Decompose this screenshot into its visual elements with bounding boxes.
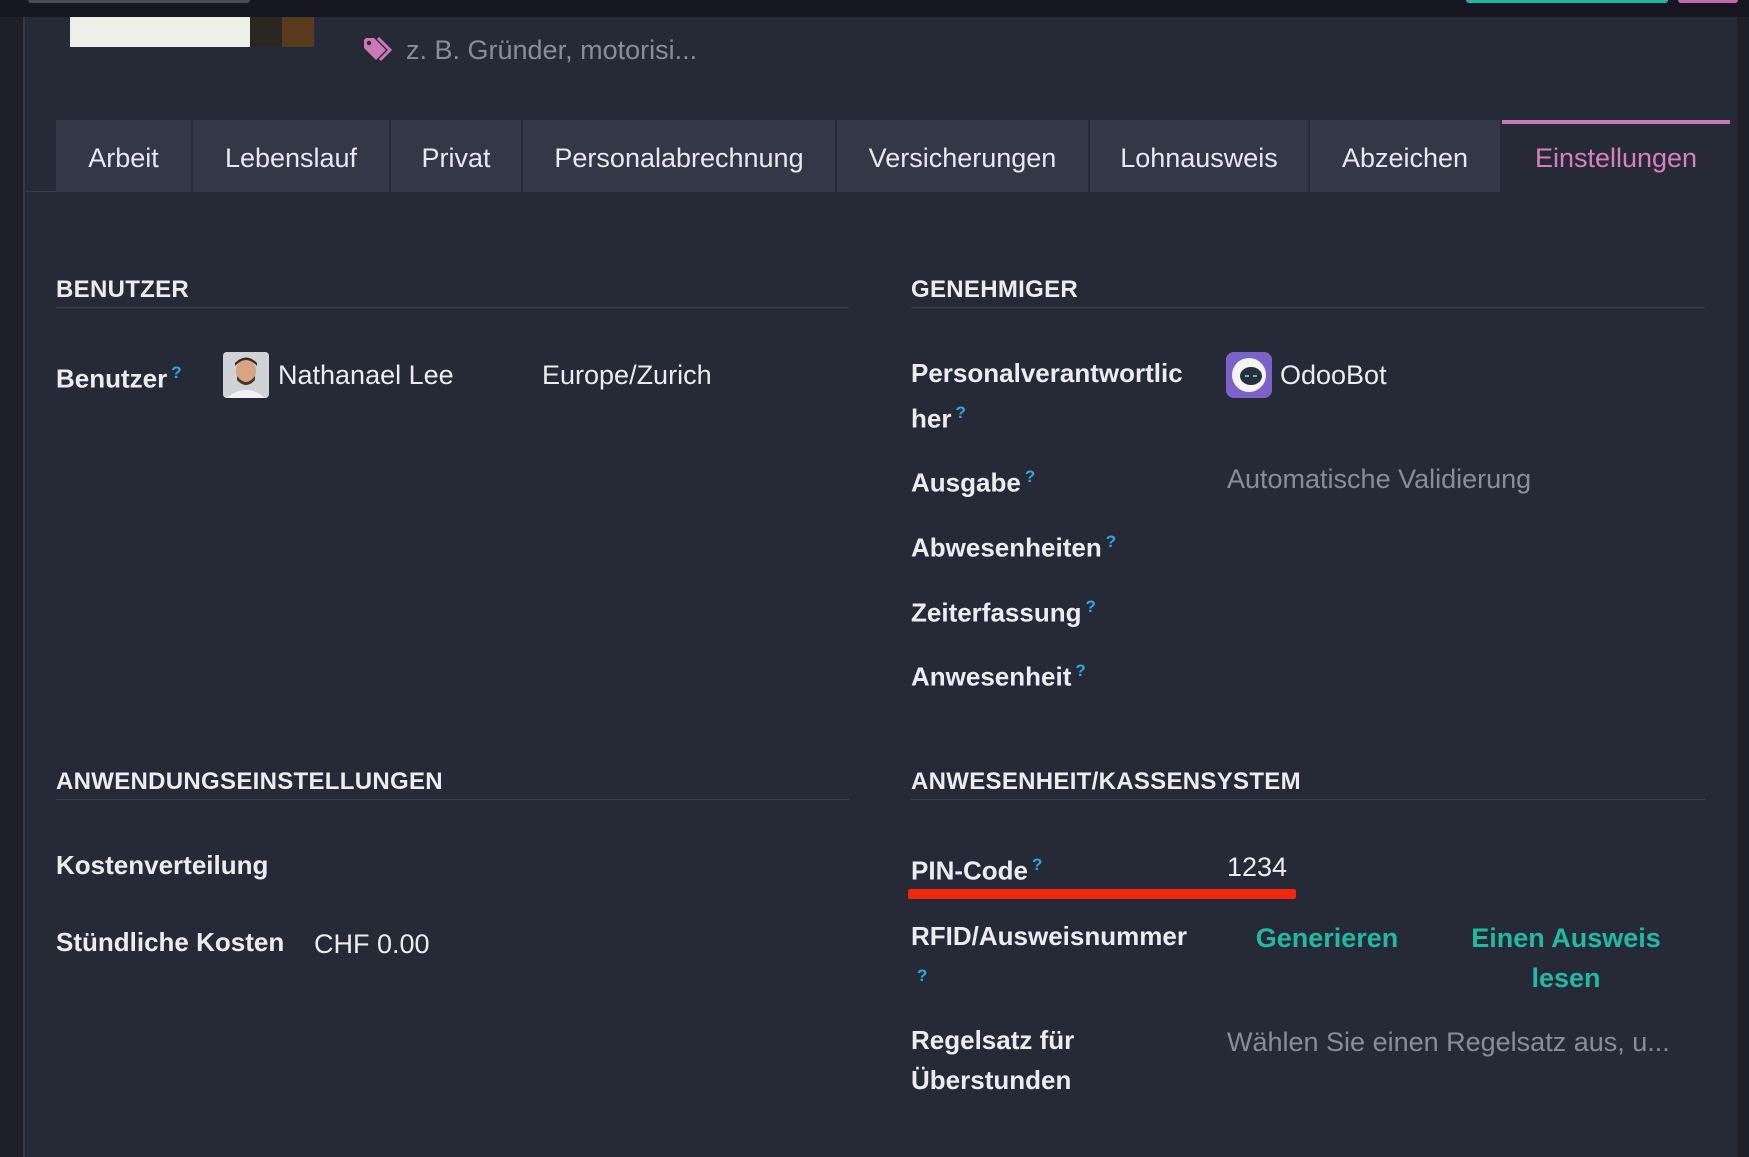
section-title-benutzer: BENUTZER [56,276,190,303]
top-button-grey[interactable] [28,0,250,3]
top-bar [0,0,1749,17]
divider-app-settings [56,799,849,800]
user-label: Benutzer? [56,363,182,394]
overtime-ruleset-label: Regelsatz für Überstunden [911,1025,1075,1095]
employee-photo[interactable] [70,17,314,47]
tags-field[interactable]: z. B. Gründer, motorisi... [362,33,697,67]
divider-benutzer [56,307,849,308]
pin-code-label: PIN-Code? [911,855,1043,886]
abwesenheiten-label: Abwesenheiten? [911,532,1117,563]
user-name[interactable]: Nathanael Lee [278,355,454,395]
rfid-label: RFID/Ausweisnummer ? [911,921,1187,985]
ausgabe-value[interactable]: Automatische Validierung [1227,459,1531,499]
hr-manager-label: Personalverantwortlic her? [911,358,1183,434]
section-title-app-settings: ANWENDUNGSEINSTELLUNGEN [56,768,443,795]
tab-abzeichen[interactable]: Abzeichen [1310,120,1500,192]
tags-placeholder: z. B. Gründer, motorisi... [406,34,698,65]
tab-privat[interactable]: Privat [391,120,521,192]
help-icon[interactable]: ? [1075,661,1085,680]
help-icon[interactable]: ? [1025,467,1035,486]
cost-distribution-label: Kostenverteilung [56,850,269,880]
read-badge-button[interactable]: Einen Ausweis lesen [1466,918,1666,998]
odoobot-avatar [1226,352,1272,398]
tab-personalabrechnung[interactable]: Personalabrechnung [523,120,835,192]
top-button-teal[interactable] [1466,0,1668,3]
tab-lohnausweis[interactable]: Lohnausweis [1090,120,1308,192]
zeiterfassung-label: Zeiterfassung? [911,597,1096,628]
hr-manager-value[interactable]: OdooBot [1280,355,1387,395]
odoobot-avatar-image [1226,352,1272,398]
top-button-pink[interactable] [1678,0,1738,3]
help-icon[interactable]: ? [171,363,181,382]
red-underline-highlight [908,889,1296,899]
section-title-genehmiger: GENEHMIGER [911,276,1079,303]
user-avatar [223,352,269,398]
divider-attendance [911,799,1705,800]
anwesenheit-label: Anwesenheit? [911,661,1086,692]
tab-einstellungen[interactable]: Einstellungen [1502,120,1730,192]
generate-button[interactable]: Generieren [1252,918,1402,958]
hourly-cost-label: Stündliche Kosten [56,927,285,957]
user-timezone[interactable]: Europe/Zurich [542,355,712,395]
section-title-attendance: ANWESENHEIT/KASSENSYSTEM [911,768,1301,795]
ausgabe-label: Ausgabe? [911,467,1036,498]
tab-arbeit[interactable]: Arbeit [56,120,191,192]
help-icon[interactable]: ? [1032,855,1042,874]
photo-brown-area [282,17,314,47]
tab-versicherungen[interactable]: Versicherungen [837,120,1088,192]
pin-code-value[interactable]: 1234 [1227,847,1287,887]
tab-lebenslauf[interactable]: Lebenslauf [193,120,389,192]
help-icon[interactable]: ? [955,403,965,422]
divider-genehmiger [911,307,1705,308]
tags-icon [364,36,393,62]
help-icon[interactable]: ? [1106,532,1116,551]
help-icon[interactable]: ? [1086,597,1096,616]
hourly-cost-value[interactable]: CHF 0.00 [314,924,430,964]
tab-baseline [25,191,57,192]
tab-bar: Arbeit Lebenslauf Privat Personalabrechn… [56,120,1732,192]
overtime-ruleset-select[interactable]: Wählen Sie einen Regelsatz aus, u... [1227,1022,1670,1062]
help-icon[interactable]: ? [917,966,927,985]
user-avatar-image [223,352,269,398]
